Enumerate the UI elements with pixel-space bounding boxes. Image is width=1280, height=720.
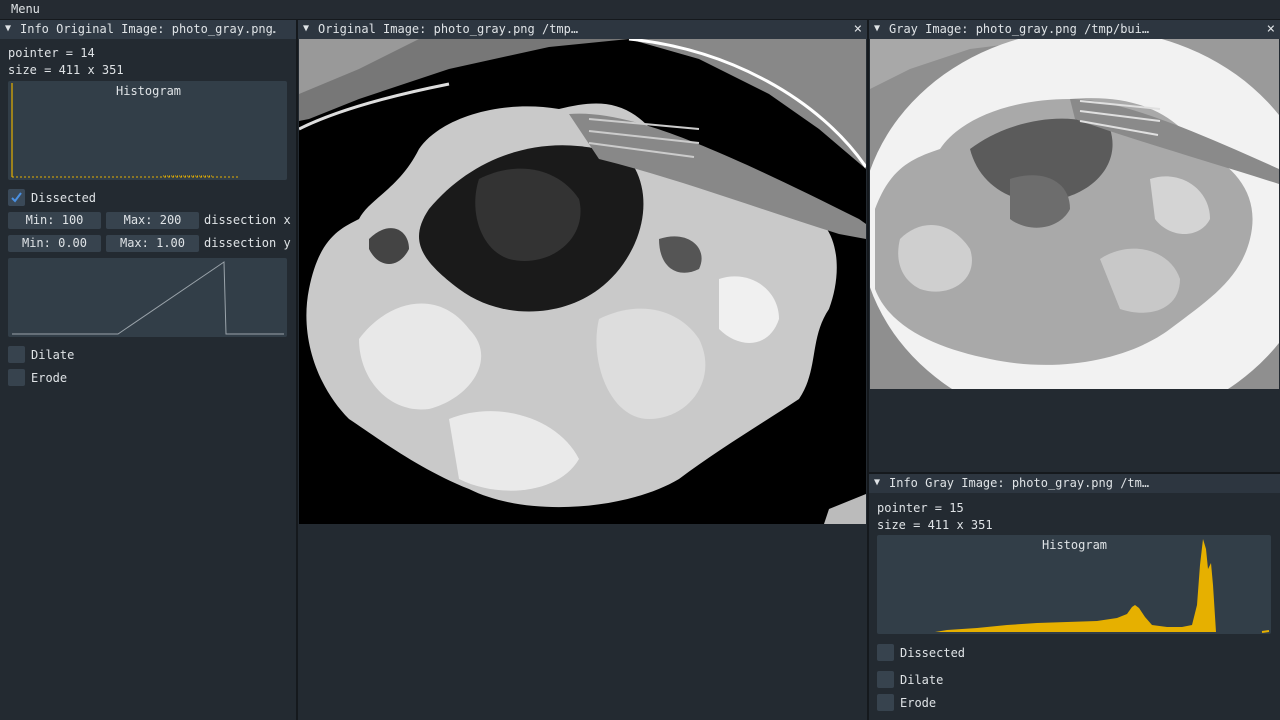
size-readout: size = 411 x 351 xyxy=(8,63,124,77)
panel-title: Info Gray Image: photo_gray.png /tm… xyxy=(889,476,1150,490)
dissection-x-label: dissection x xyxy=(204,213,291,227)
info-gray-panel: ▼ Info Gray Image: photo_gray.png /tm… p… xyxy=(869,474,1280,720)
histogram-chart xyxy=(935,539,1270,633)
gray-image xyxy=(870,39,1279,389)
collapse-triangle-icon[interactable]: ▼ xyxy=(874,477,880,488)
panel-title: Original Image: photo_gray.png /tmp… xyxy=(318,22,579,36)
pointer-readout: pointer = 14 xyxy=(8,46,95,60)
dissection-curve-plot xyxy=(8,258,287,337)
pointer-readout: pointer = 15 xyxy=(877,501,964,515)
dissected-label: Dissected xyxy=(900,646,966,660)
panel-title: Gray Image: photo_gray.png /tmp/bui… xyxy=(889,22,1150,36)
histogram-chart xyxy=(11,83,240,178)
close-icon[interactable]: × xyxy=(854,21,862,37)
dilate-checkbox[interactable] xyxy=(877,671,894,688)
dissected-label: Dissected xyxy=(31,191,97,205)
original-image-panel: ▼ Original Image: photo_gray.png /tmp… × xyxy=(298,20,867,720)
original-image-titlebar[interactable]: ▼ Original Image: photo_gray.png /tmp… × xyxy=(298,20,867,39)
collapse-triangle-icon[interactable]: ▼ xyxy=(5,23,11,34)
gray-image-panel: ▼ Gray Image: photo_gray.png /tmp/bui… × xyxy=(869,20,1280,472)
dilate-label: Dilate xyxy=(31,348,75,362)
dissection-curve xyxy=(12,261,284,335)
max-y-field[interactable]: Max: 1.00 xyxy=(106,235,199,252)
min-y-field[interactable]: Min: 0.00 xyxy=(8,235,101,252)
dissected-image xyxy=(299,39,866,524)
erode-checkbox[interactable] xyxy=(877,694,894,711)
collapse-triangle-icon[interactable]: ▼ xyxy=(303,23,309,34)
min-x-field[interactable]: Min: 100 xyxy=(8,212,101,229)
collapse-triangle-icon[interactable]: ▼ xyxy=(874,23,880,34)
max-x-field[interactable]: Max: 200 xyxy=(106,212,199,229)
menu-button[interactable]: Menu xyxy=(11,2,40,16)
erode-label: Erode xyxy=(900,696,937,710)
info-original-titlebar[interactable]: ▼ Info Original Image: photo_gray.png… xyxy=(0,20,296,39)
info-original-panel: ▼ Info Original Image: photo_gray.png… p… xyxy=(0,20,296,720)
dissected-checkbox[interactable] xyxy=(8,189,25,206)
dilate-checkbox[interactable] xyxy=(8,346,25,363)
histogram-plot: Histogram xyxy=(8,81,287,180)
erode-checkbox[interactable] xyxy=(8,369,25,386)
panel-title: Info Original Image: photo_gray.png… xyxy=(20,22,276,36)
gray-image-titlebar[interactable]: ▼ Gray Image: photo_gray.png /tmp/bui… × xyxy=(869,20,1280,39)
info-gray-titlebar[interactable]: ▼ Info Gray Image: photo_gray.png /tm… xyxy=(869,474,1280,493)
histogram-plot: Histogram xyxy=(877,535,1271,634)
size-readout: size = 411 x 351 xyxy=(877,518,993,532)
dissection-y-label: dissection y xyxy=(204,236,291,250)
checkmark-icon xyxy=(11,192,22,203)
dissected-checkbox[interactable] xyxy=(877,644,894,661)
close-icon[interactable]: × xyxy=(1267,21,1275,37)
erode-label: Erode xyxy=(31,371,68,385)
menu-bar: Menu xyxy=(0,0,1280,20)
dilate-label: Dilate xyxy=(900,673,944,687)
